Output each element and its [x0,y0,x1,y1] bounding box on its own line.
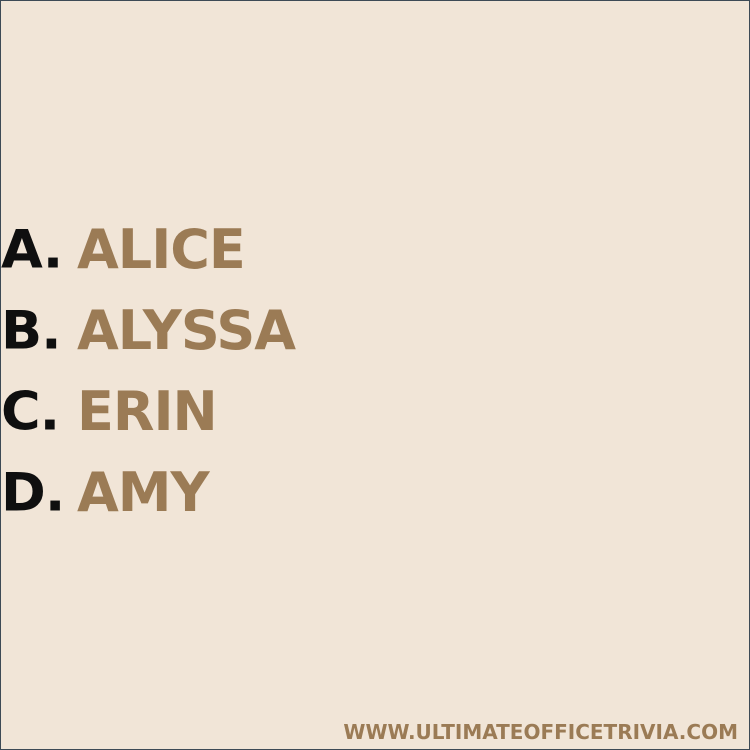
option-c: C. ERIN [1,381,295,443]
option-answer: ERIN [77,380,218,443]
option-letter: A. [1,218,63,281]
answer-options: A. ALICE B. ALYSSA C. ERIN D. AMY [1,219,296,543]
option-answer: ALICE [77,218,246,281]
website-url: WWW.ULTIMATEOFFICETRIVIA.COM [343,720,738,744]
trivia-card: A. ALICE B. ALYSSA C. ERIN D. AMY WWW.UL… [0,0,750,750]
option-letter: C. [1,380,60,443]
option-letter: B. [1,299,62,362]
option-a: A. ALICE [1,219,295,281]
option-answer: ALYSSA [77,299,296,362]
option-d: D. AMY [1,462,295,524]
option-letter: D. [1,461,65,524]
option-b: B. ALYSSA [1,299,296,362]
option-answer: AMY [77,461,210,524]
